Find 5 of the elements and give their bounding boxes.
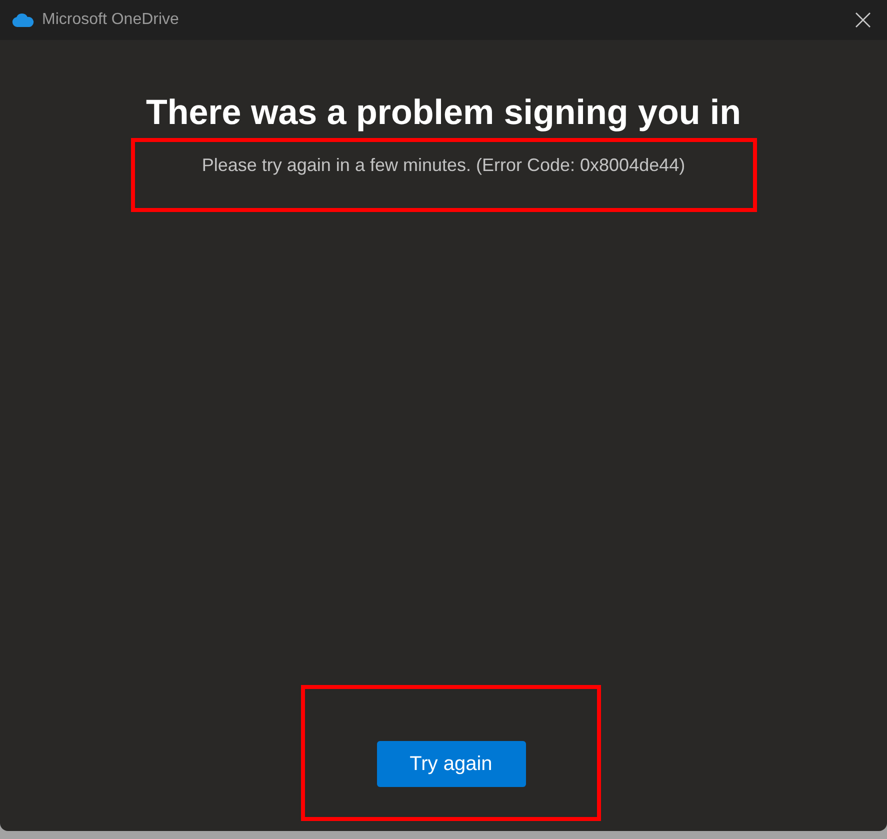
error-message: Please try again in a few minutes. (Error Code: 0x8004de44)	[202, 155, 686, 175]
cloud-icon	[12, 13, 34, 27]
window-title: Microsoft OneDrive	[42, 10, 179, 30]
heading: There was a problem signing you in	[144, 92, 742, 134]
try-again-button[interactable]: Try again	[376, 741, 526, 787]
